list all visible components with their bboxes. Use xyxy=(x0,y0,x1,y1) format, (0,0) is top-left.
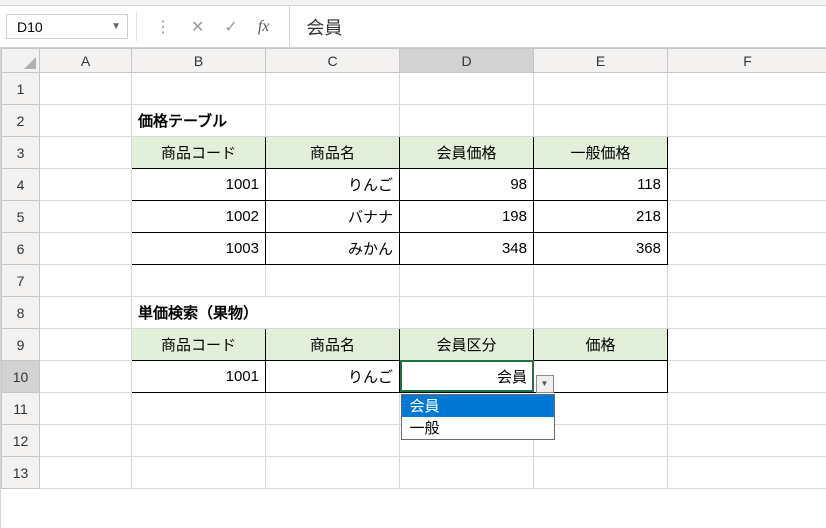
hdr-general-price: 一般価格 xyxy=(534,137,667,168)
hdr-code: 商品コード xyxy=(132,137,265,168)
dropdown-handle-icon[interactable]: ▼ xyxy=(536,375,554,393)
table-cell[interactable]: りんご xyxy=(266,169,399,200)
dropdown-option[interactable]: 会員 xyxy=(402,395,554,417)
row-header-6[interactable]: 6 xyxy=(2,233,40,265)
hdr-member-price: 会員価格 xyxy=(400,137,533,168)
dots-icon[interactable]: ⋮ xyxy=(155,17,171,37)
col-header-E[interactable]: E xyxy=(534,49,668,73)
fx-icon[interactable]: fx xyxy=(258,18,270,36)
row-header-4[interactable]: 4 xyxy=(2,169,40,201)
divider xyxy=(289,6,290,47)
hdr-code2: 商品コード xyxy=(132,329,265,360)
column-header-row: A B C D E F xyxy=(2,49,826,73)
search-table-title: 単価検索（果物） xyxy=(132,297,399,328)
row-header-7[interactable]: 7 xyxy=(2,265,40,297)
dropdown-option[interactable]: 一般 xyxy=(402,417,554,439)
table-cell[interactable]: 1002 xyxy=(132,201,265,232)
row-header-1[interactable]: 1 xyxy=(2,73,40,105)
table-cell[interactable]: 218 xyxy=(534,201,667,232)
formula-bar-icons: ⋮ ✕ ✓ fx xyxy=(155,6,269,47)
cancel-icon[interactable]: ✕ xyxy=(191,17,204,37)
table-cell[interactable]: 368 xyxy=(534,233,667,264)
row-header-8[interactable]: 8 xyxy=(2,297,40,329)
separator xyxy=(136,12,137,41)
hdr-price: 価格 xyxy=(534,329,667,360)
formula-text: 会員 xyxy=(306,14,342,40)
enter-icon[interactable]: ✓ xyxy=(224,17,237,37)
col-header-A[interactable]: A xyxy=(40,49,132,73)
row-header-5[interactable]: 5 xyxy=(2,201,40,233)
table-cell[interactable]: 118 xyxy=(534,169,667,200)
table-cell[interactable]: バナナ xyxy=(266,201,399,232)
select-all-corner[interactable] xyxy=(2,49,40,73)
search-name[interactable]: りんご xyxy=(266,361,399,392)
col-header-C[interactable]: C xyxy=(266,49,400,73)
formula-bar: D10 ▼ ⋮ ✕ ✓ fx 会員 xyxy=(0,6,826,48)
col-header-D[interactable]: D xyxy=(400,49,534,73)
hdr-name2: 商品名 xyxy=(266,329,399,360)
table-cell[interactable]: 1003 xyxy=(132,233,265,264)
table-cell[interactable]: 1001 xyxy=(132,169,265,200)
row-header-2[interactable]: 2 xyxy=(2,105,40,137)
row-header-12[interactable]: 12 xyxy=(2,425,40,457)
row-header-3[interactable]: 3 xyxy=(2,137,40,169)
hdr-member-class: 会員区分 xyxy=(400,329,533,360)
table-cell[interactable]: 198 xyxy=(400,201,533,232)
table-cell[interactable]: 348 xyxy=(400,233,533,264)
col-header-F[interactable]: F xyxy=(668,49,826,73)
name-box-value: D10 xyxy=(17,19,43,35)
row-header-9[interactable]: 9 xyxy=(2,329,40,361)
search-price[interactable] xyxy=(534,361,667,392)
table-cell[interactable]: 98 xyxy=(400,169,533,200)
formula-input[interactable]: 会員 xyxy=(300,6,826,47)
row-header-10[interactable]: 10 xyxy=(2,361,40,393)
row-header-11[interactable]: 11 xyxy=(2,393,40,425)
row-header-13[interactable]: 13 xyxy=(2,457,40,489)
col-header-B[interactable]: B xyxy=(132,49,266,73)
price-table-title: 価格テーブル xyxy=(132,105,265,136)
validation-dropdown[interactable]: 会員 一般 xyxy=(401,394,555,440)
chevron-down-icon[interactable]: ▼ xyxy=(111,21,121,32)
spreadsheet-grid[interactable]: A B C D E F 1 2 価格テーブル 3 商品コード xyxy=(0,48,826,528)
name-box[interactable]: D10 ▼ xyxy=(6,14,128,39)
search-code[interactable]: 1001 xyxy=(132,361,265,392)
table-cell[interactable]: みかん xyxy=(266,233,399,264)
hdr-name: 商品名 xyxy=(266,137,399,168)
search-member-class[interactable]: 会員 xyxy=(400,361,533,392)
